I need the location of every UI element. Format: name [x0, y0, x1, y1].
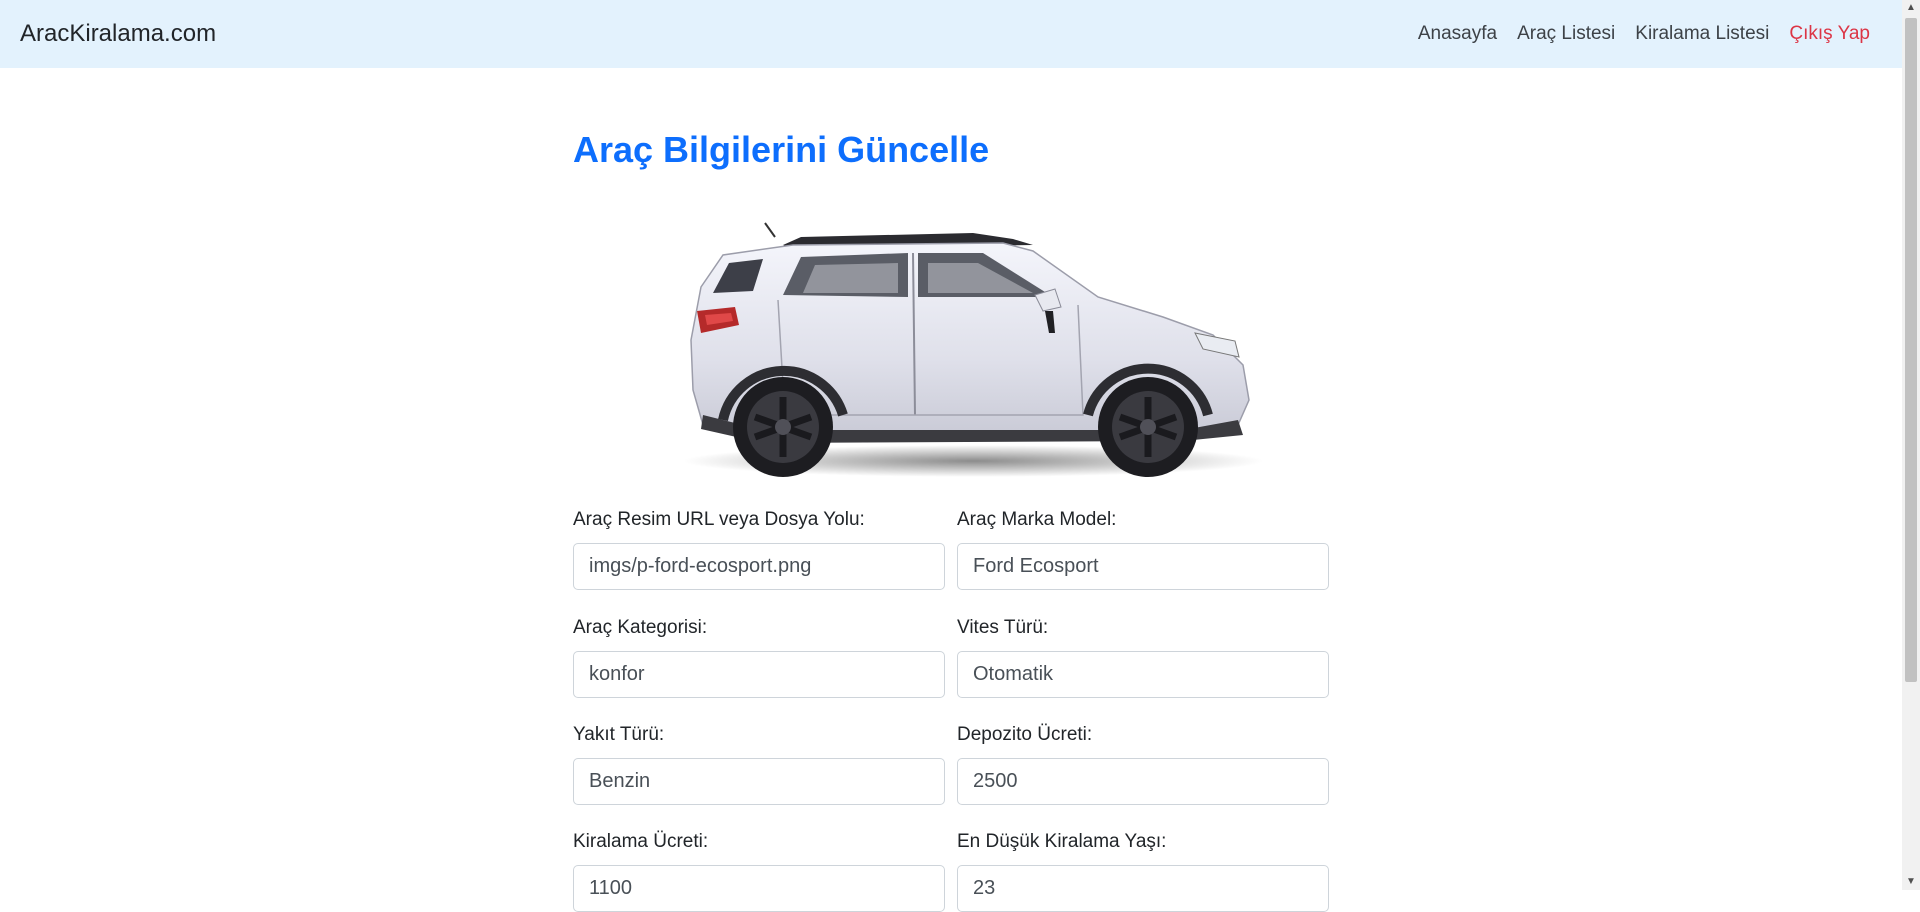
category-input[interactable]: [573, 651, 945, 698]
rental-fee-input[interactable]: [573, 865, 945, 912]
scroll-up-icon[interactable]: ▲: [1902, 0, 1920, 16]
fuel-type-field: Yakıt Türü:: [573, 723, 945, 805]
brand-model-field: Araç Marka Model:: [957, 508, 1329, 590]
nav-rental-list-link[interactable]: Kiralama Listesi: [1635, 21, 1769, 47]
image-url-input[interactable]: [573, 543, 945, 590]
deposit-label: Depozito Ücreti:: [957, 724, 1093, 745]
nav-links: Anasayfa Araç Listesi Kiralama Listesi Ç…: [1418, 21, 1870, 47]
car-image: [683, 222, 1263, 477]
fuel-type-label: Yakıt Türü:: [573, 724, 665, 745]
brand-link[interactable]: AracKiralama.com: [20, 19, 216, 49]
nav-vehicle-list-link[interactable]: Araç Listesi: [1517, 21, 1615, 47]
rental-fee-label: Kiralama Ücreti:: [573, 831, 709, 852]
image-url-label: Araç Resim URL veya Dosya Yolu:: [573, 509, 865, 530]
deposit-field: Depozito Ücreti:: [957, 723, 1329, 805]
rental-fee-field: Kiralama Ücreti:: [573, 830, 945, 912]
nav-logout-link[interactable]: Çıkış Yap: [1789, 21, 1870, 47]
scroll-thumb[interactable]: [1905, 18, 1917, 682]
page-scrollbar[interactable]: ▲ ▼: [1902, 0, 1920, 890]
category-field: Araç Kategorisi:: [573, 616, 945, 698]
transmission-field: Vites Türü:: [957, 616, 1329, 698]
transmission-label: Vites Türü:: [957, 617, 1049, 638]
scroll-down-icon[interactable]: ▼: [1902, 874, 1920, 890]
category-label: Araç Kategorisi:: [573, 617, 708, 638]
page-title: Araç Bilgilerini Güncelle: [573, 129, 990, 170]
fuel-type-input[interactable]: [573, 758, 945, 805]
nav-home-link[interactable]: Anasayfa: [1418, 21, 1497, 47]
min-age-input[interactable]: [957, 865, 1329, 912]
transmission-input[interactable]: [957, 651, 1329, 698]
min-age-field: En Düşük Kiralama Yaşı:: [957, 830, 1329, 912]
min-age-label: En Düşük Kiralama Yaşı:: [957, 831, 1167, 852]
image-url-field: Araç Resim URL veya Dosya Yolu:: [573, 508, 945, 590]
brand-model-label: Araç Marka Model:: [957, 509, 1117, 530]
deposit-input[interactable]: [957, 758, 1329, 805]
navbar: AracKiralama.com Anasayfa Araç Listesi K…: [0, 0, 1902, 68]
brand-model-input[interactable]: [957, 543, 1329, 590]
